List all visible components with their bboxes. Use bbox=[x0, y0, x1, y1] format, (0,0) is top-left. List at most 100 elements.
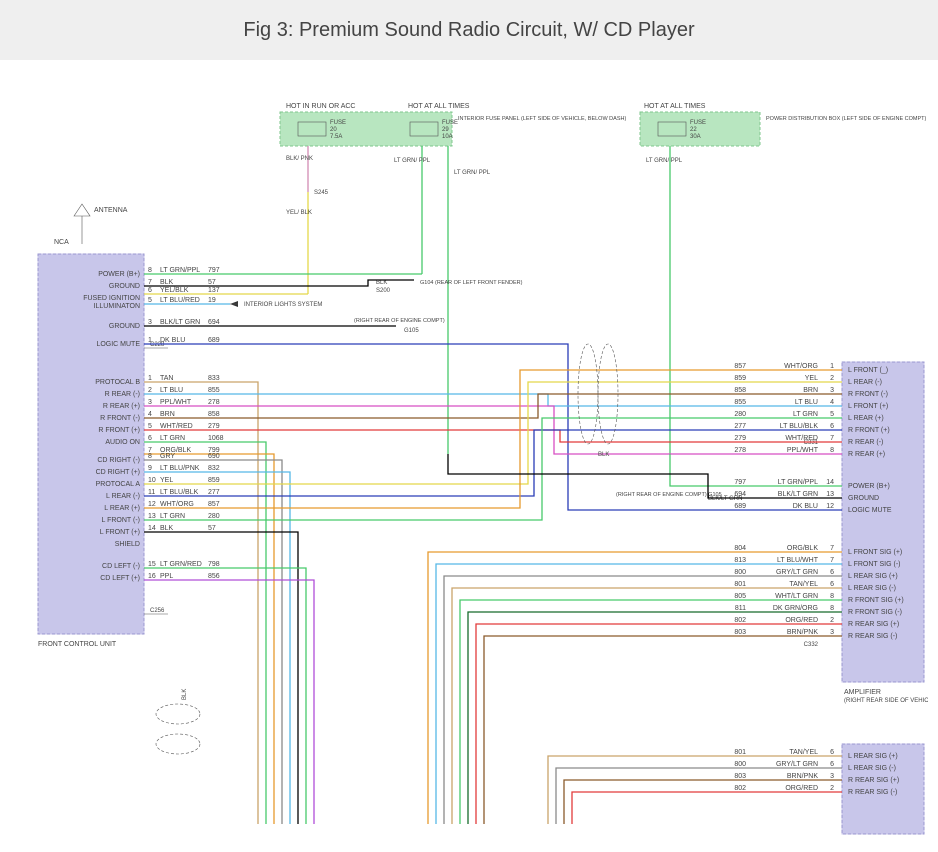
svg-text:6: 6 bbox=[830, 749, 834, 756]
svg-text:279: 279 bbox=[734, 435, 746, 442]
svg-text:3: 3 bbox=[148, 319, 152, 326]
svg-text:801: 801 bbox=[734, 749, 746, 756]
svg-text:DK BLU: DK BLU bbox=[793, 503, 818, 510]
svg-text:858: 858 bbox=[208, 411, 220, 418]
diagram-canvas: HOT IN RUN OR ACC HOT AT ALL TIMES FUSE … bbox=[0, 60, 938, 852]
svg-text:ORG/RED: ORG/RED bbox=[785, 617, 818, 624]
svg-text:856: 856 bbox=[208, 573, 220, 580]
svg-text:ORG/RED: ORG/RED bbox=[785, 785, 818, 792]
svg-text:800: 800 bbox=[734, 761, 746, 768]
svg-text:CD RIGHT (-): CD RIGHT (-) bbox=[97, 457, 140, 464]
svg-text:BRN/PNK: BRN/PNK bbox=[787, 773, 818, 780]
svg-text:LT BLU/BLK: LT BLU/BLK bbox=[160, 489, 199, 496]
svg-text:859: 859 bbox=[734, 375, 746, 382]
svg-text:R REAR SIG (-): R REAR SIG (-) bbox=[848, 633, 897, 640]
svg-text:ORG/BLK: ORG/BLK bbox=[787, 545, 818, 552]
svg-text:ILLUMINATON: ILLUMINATON bbox=[94, 303, 140, 310]
svg-text:POWER (B+): POWER (B+) bbox=[848, 483, 890, 490]
svg-text:3: 3 bbox=[830, 629, 834, 636]
svg-text:L REAR SIG (-): L REAR SIG (-) bbox=[848, 765, 896, 772]
svg-text:R FRONT (-): R FRONT (-) bbox=[848, 391, 888, 398]
svg-text:R REAR SIG (+): R REAR SIG (+) bbox=[848, 621, 899, 628]
svg-text:GRY/LT GRN: GRY/LT GRN bbox=[776, 761, 818, 768]
fuse-panel-2: HOT AT ALL TIMES FUSE 22 30A POWER DISTR… bbox=[640, 103, 926, 146]
svg-text:800: 800 bbox=[734, 569, 746, 576]
svg-text:LT BLU: LT BLU bbox=[795, 399, 818, 406]
svg-text:L REAR SIG (+): L REAR SIG (+) bbox=[848, 573, 898, 580]
svg-text:4: 4 bbox=[830, 399, 834, 406]
svg-text:7: 7 bbox=[148, 279, 152, 286]
svg-text:10A: 10A bbox=[442, 134, 453, 140]
svg-text:SHIELD: SHIELD bbox=[115, 541, 140, 548]
svg-text:5: 5 bbox=[148, 423, 152, 430]
svg-text:INTERIOR LIGHTS SYSTEM: INTERIOR LIGHTS SYSTEM bbox=[244, 302, 322, 308]
svg-text:5: 5 bbox=[830, 411, 834, 418]
svg-text:278: 278 bbox=[734, 447, 746, 454]
svg-text:3: 3 bbox=[148, 399, 152, 406]
svg-text:CD RIGHT (+): CD RIGHT (+) bbox=[96, 469, 140, 476]
svg-text:20: 20 bbox=[330, 127, 337, 133]
svg-text:PROTOCAL A: PROTOCAL A bbox=[96, 481, 141, 488]
svg-text:AMPLIFIER: AMPLIFIER bbox=[844, 689, 881, 696]
svg-text:279: 279 bbox=[208, 423, 220, 430]
svg-text:R FRONT (+): R FRONT (+) bbox=[98, 427, 140, 434]
svg-text:L REAR SIG (+): L REAR SIG (+) bbox=[848, 753, 898, 760]
svg-text:FUSE: FUSE bbox=[690, 120, 706, 126]
svg-text:WHT/RED: WHT/RED bbox=[160, 423, 193, 430]
svg-text:L FRONT (+): L FRONT (+) bbox=[100, 529, 140, 536]
svg-text:HOT IN RUN OR ACC: HOT IN RUN OR ACC bbox=[286, 103, 356, 110]
svg-text:2: 2 bbox=[830, 785, 834, 792]
svg-text:L FRONT (+): L FRONT (+) bbox=[848, 403, 888, 410]
svg-text:LOGIC MUTE: LOGIC MUTE bbox=[848, 507, 892, 514]
svg-text:15: 15 bbox=[148, 561, 156, 568]
svg-text:R FRONT SIG (+): R FRONT SIG (+) bbox=[848, 597, 904, 604]
svg-text:R REAR SIG (-): R REAR SIG (-) bbox=[848, 789, 897, 796]
svg-text:BLK: BLK bbox=[376, 280, 387, 286]
svg-text:DK GRN/ORG: DK GRN/ORG bbox=[773, 605, 818, 612]
svg-text:(RIGHT REAR OF ENGINE COMPT) G: (RIGHT REAR OF ENGINE COMPT) G105 bbox=[616, 492, 722, 498]
svg-text:PPL/WHT: PPL/WHT bbox=[160, 399, 192, 406]
svg-text:832: 832 bbox=[208, 465, 220, 472]
svg-text:805: 805 bbox=[734, 593, 746, 600]
svg-text:WHT/ORG: WHT/ORG bbox=[784, 363, 818, 370]
svg-text:FUSE: FUSE bbox=[442, 120, 458, 126]
svg-text:L FRONT (-): L FRONT (-) bbox=[102, 517, 141, 524]
svg-text:CD LEFT (+): CD LEFT (+) bbox=[100, 575, 140, 582]
svg-text:7: 7 bbox=[830, 557, 834, 564]
figure-title: Fig 3: Premium Sound Radio Circuit, W/ C… bbox=[0, 0, 938, 60]
amp-top-text: 857WHT/ORG1859YEL2858BRN3855LT BLU4280LT… bbox=[734, 363, 834, 454]
svg-text:10: 10 bbox=[148, 477, 156, 484]
svg-text:2: 2 bbox=[148, 387, 152, 394]
svg-text:8: 8 bbox=[830, 447, 834, 454]
svg-text:BRN: BRN bbox=[803, 387, 818, 394]
svg-text:GRY: GRY bbox=[160, 453, 175, 460]
svg-text:8: 8 bbox=[830, 605, 834, 612]
svg-text:YEL/ BLK: YEL/ BLK bbox=[286, 210, 312, 216]
svg-text:57: 57 bbox=[208, 525, 216, 532]
svg-text:(RIGHT REAR OF ENGINE COMPT): (RIGHT REAR OF ENGINE COMPT) bbox=[354, 318, 445, 324]
svg-text:LT GRN/PPL: LT GRN/PPL bbox=[160, 267, 200, 274]
svg-text:6: 6 bbox=[830, 569, 834, 576]
svg-text:S200: S200 bbox=[376, 288, 391, 294]
svg-text:LT GRN: LT GRN bbox=[160, 435, 185, 442]
svg-text:L REAR SIG (-): L REAR SIG (-) bbox=[848, 585, 896, 592]
svg-text:811: 811 bbox=[735, 605, 746, 612]
svg-text:11: 11 bbox=[148, 489, 155, 496]
svg-text:280: 280 bbox=[734, 411, 746, 418]
svg-text:BLK: BLK bbox=[182, 689, 188, 700]
svg-text:857: 857 bbox=[208, 501, 220, 508]
svg-text:L FRONT SIG (+): L FRONT SIG (+) bbox=[848, 549, 902, 556]
amp-pwr-text: 797LT GRN/PPL14694BLK/LT GRN13689DK BLU1… bbox=[734, 479, 834, 510]
svg-text:G104 (REAR OF LEFT FRONT FENDE: G104 (REAR OF LEFT FRONT FENDER) bbox=[420, 280, 523, 286]
amplifier-unit: AMPLIFIER (RIGHT REAR SIDE OF VEHICLE) C… bbox=[804, 362, 928, 704]
svg-text:1: 1 bbox=[830, 363, 834, 370]
svg-text:WHT/RED: WHT/RED bbox=[785, 435, 818, 442]
svg-text:277: 277 bbox=[734, 423, 746, 430]
svg-text:HOT AT ALL TIMES: HOT AT ALL TIMES bbox=[408, 103, 470, 110]
svg-text:PPL: PPL bbox=[160, 573, 173, 580]
svg-text:858: 858 bbox=[734, 387, 746, 394]
svg-text:YEL/BLK: YEL/BLK bbox=[160, 287, 189, 294]
svg-text:HOT AT ALL TIMES: HOT AT ALL TIMES bbox=[644, 103, 706, 110]
svg-text:57: 57 bbox=[208, 279, 216, 286]
svg-text:BLK/LT GRN: BLK/LT GRN bbox=[160, 319, 200, 326]
